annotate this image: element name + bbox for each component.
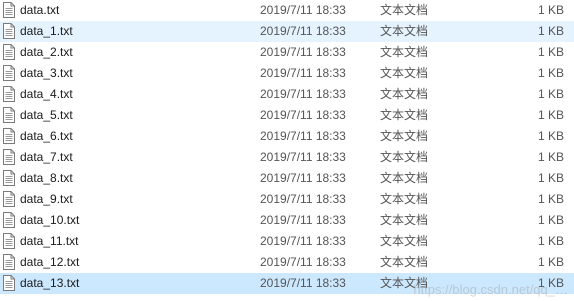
file-size: 1 KB [537, 3, 564, 17]
text-file-icon [3, 233, 15, 249]
text-file-icon [3, 107, 15, 123]
file-type: 文本文档 [380, 213, 429, 227]
file-type: 文本文档 [380, 66, 429, 80]
text-file-icon [3, 23, 15, 39]
file-name: data_8.txt [20, 171, 73, 185]
file-row[interactable]: data_7.txt 2019/7/11 18:33 文本文档 1 KB [0, 147, 574, 168]
file-row[interactable]: data_2.txt 2019/7/11 18:33 文本文档 1 KB [0, 42, 574, 63]
file-size: 1 KB [537, 276, 564, 290]
file-type: 文本文档 [380, 87, 429, 101]
file-type: 文本文档 [380, 150, 429, 164]
file-size: 1 KB [537, 87, 564, 101]
file-name: data_2.txt [20, 45, 73, 59]
file-size: 1 KB [537, 66, 564, 80]
file-row[interactable]: data_10.txt 2019/7/11 18:33 文本文档 1 KB [0, 210, 574, 231]
text-file-icon [3, 2, 15, 18]
file-date-modified: 2019/7/11 18:33 [260, 66, 346, 80]
file-name: data_11.txt [20, 234, 79, 248]
file-type: 文本文档 [380, 129, 429, 143]
file-row[interactable]: data_9.txt 2019/7/11 18:33 文本文档 1 KB [0, 189, 574, 210]
text-file-icon [3, 65, 15, 81]
file-date-modified: 2019/7/11 18:33 [260, 45, 346, 59]
file-date-modified: 2019/7/11 18:33 [260, 108, 346, 122]
file-name: data_6.txt [20, 129, 73, 143]
file-size: 1 KB [537, 150, 564, 164]
file-row[interactable]: data_11.txt 2019/7/11 18:33 文本文档 1 KB [0, 231, 574, 252]
file-name: data_3.txt [20, 66, 73, 80]
file-name: data.txt [20, 3, 60, 17]
file-date-modified: 2019/7/11 18:33 [260, 276, 346, 290]
file-date-modified: 2019/7/11 18:33 [260, 129, 346, 143]
file-date-modified: 2019/7/11 18:33 [260, 150, 346, 164]
file-type: 文本文档 [380, 171, 429, 185]
file-type: 文本文档 [380, 234, 429, 248]
text-file-icon [3, 170, 15, 186]
file-date-modified: 2019/7/11 18:33 [260, 87, 346, 101]
text-file-icon [3, 86, 15, 102]
file-name: data_9.txt [20, 192, 73, 206]
file-row[interactable]: data_6.txt 2019/7/11 18:33 文本文档 1 KB [0, 126, 574, 147]
file-size: 1 KB [537, 171, 564, 185]
file-row[interactable]: data_1.txt 2019/7/11 18:33 文本文档 1 KB [0, 21, 574, 42]
text-file-icon [3, 275, 15, 291]
file-size: 1 KB [537, 255, 564, 269]
file-name: data_1.txt [20, 24, 73, 38]
file-list: data.txt 2019/7/11 18:33 文本文档 1 KB data_1.tx… [0, 0, 574, 301]
file-row[interactable]: data.txt 2019/7/11 18:33 文本文档 1 KB [0, 0, 574, 21]
file-name: data_7.txt [20, 150, 73, 164]
file-row[interactable]: data_8.txt 2019/7/11 18:33 文本文档 1 KB [0, 168, 574, 189]
file-row[interactable]: data_3.txt 2019/7/11 18:33 文本文档 1 KB [0, 63, 574, 84]
file-row[interactable]: data_13.txt 2019/7/11 18:33 文本文档 1 KB [0, 273, 574, 294]
file-size: 1 KB [537, 24, 564, 38]
text-file-icon [3, 212, 15, 228]
text-file-icon [3, 254, 15, 270]
file-date-modified: 2019/7/11 18:33 [260, 234, 346, 248]
text-file-icon [3, 44, 15, 60]
file-size: 1 KB [537, 192, 564, 206]
file-date-modified: 2019/7/11 18:33 [260, 255, 346, 269]
file-date-modified: 2019/7/11 18:33 [260, 213, 346, 227]
file-size: 1 KB [537, 108, 564, 122]
file-name: data_13.txt [20, 276, 80, 290]
file-date-modified: 2019/7/11 18:33 [260, 3, 346, 17]
file-type: 文本文档 [380, 108, 429, 122]
file-name: data_10.txt [20, 213, 80, 227]
file-size: 1 KB [537, 129, 564, 143]
file-name: data_5.txt [20, 108, 73, 122]
file-date-modified: 2019/7/11 18:33 [260, 24, 346, 38]
file-date-modified: 2019/7/11 18:33 [260, 171, 346, 185]
file-size: 1 KB [537, 45, 564, 59]
file-name: data_12.txt [20, 255, 80, 269]
file-type: 文本文档 [380, 3, 429, 17]
file-row[interactable]: data_12.txt 2019/7/11 18:33 文本文档 1 KB [0, 252, 574, 273]
file-name: data_4.txt [20, 87, 73, 101]
file-date-modified: 2019/7/11 18:33 [260, 192, 346, 206]
file-type: 文本文档 [380, 255, 429, 269]
file-type: 文本文档 [380, 24, 429, 38]
file-row[interactable]: data_4.txt 2019/7/11 18:33 文本文档 1 KB [0, 84, 574, 105]
file-row[interactable]: data_5.txt 2019/7/11 18:33 文本文档 1 KB [0, 105, 574, 126]
text-file-icon [3, 128, 15, 144]
file-type: 文本文档 [380, 276, 429, 290]
file-type: 文本文档 [380, 192, 429, 206]
text-file-icon [3, 191, 15, 207]
file-size: 1 KB [537, 213, 564, 227]
file-type: 文本文档 [380, 45, 429, 59]
text-file-icon [3, 149, 15, 165]
file-size: 1 KB [537, 234, 564, 248]
